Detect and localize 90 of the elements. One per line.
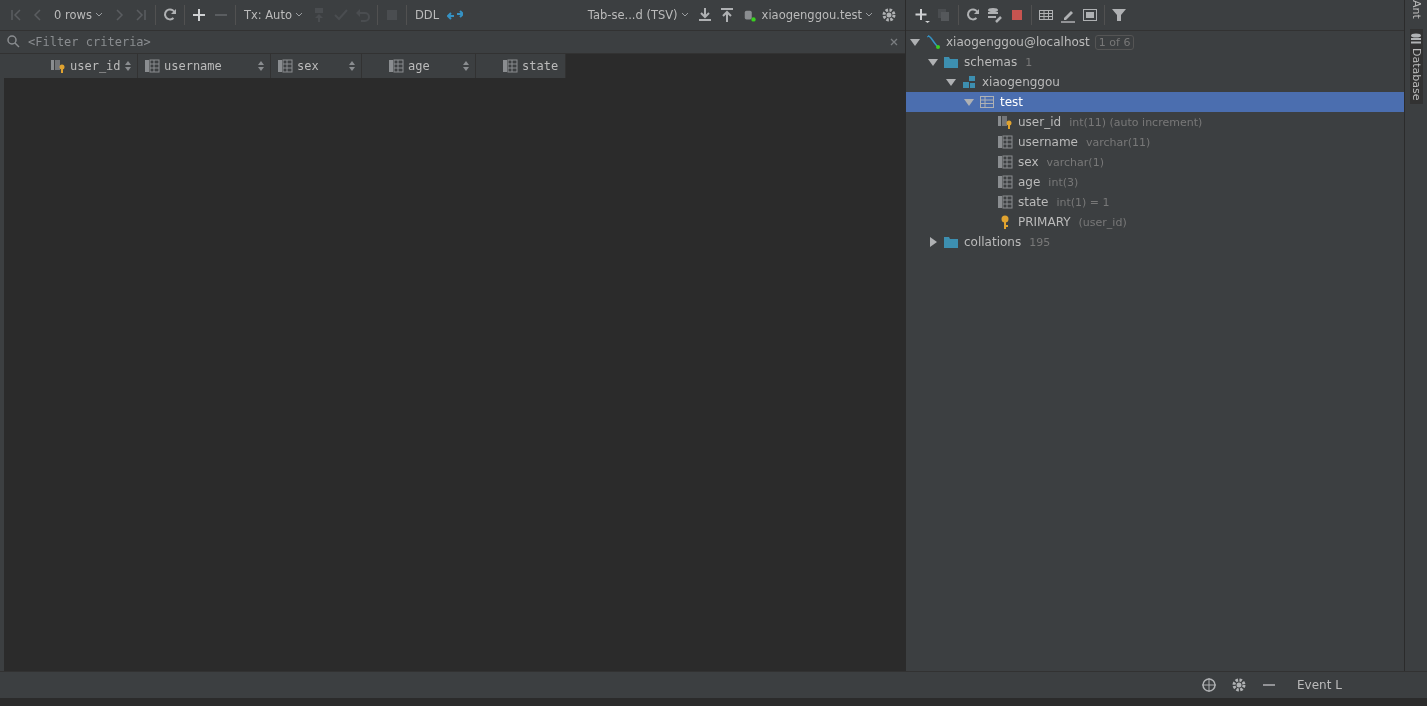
transaction-mode-dropdown[interactable]: Tx: Auto bbox=[241, 8, 305, 22]
tree-item[interactable]: xiaogenggou bbox=[906, 72, 1404, 92]
column-name: state bbox=[522, 59, 559, 73]
column-icon bbox=[502, 58, 518, 74]
tree-item[interactable]: age int(3) bbox=[906, 172, 1404, 192]
item-count: 195 bbox=[1029, 235, 1051, 249]
caret-icon bbox=[94, 11, 103, 19]
column-header[interactable]: username bbox=[138, 54, 271, 78]
column-icon bbox=[997, 154, 1013, 170]
expand-arrow-icon[interactable] bbox=[928, 237, 938, 247]
tree-label: PRIMARY bbox=[1018, 215, 1071, 229]
tree-label: collations bbox=[964, 235, 1022, 249]
column-header[interactable]: sex bbox=[271, 54, 362, 78]
tree-label: user_id bbox=[1018, 115, 1062, 129]
tree-label: username bbox=[1018, 135, 1078, 149]
column-type: varchar(11) bbox=[1086, 135, 1151, 149]
settings-icon[interactable] bbox=[1231, 677, 1247, 693]
column-name: username bbox=[164, 59, 223, 73]
column-header[interactable]: user_id bbox=[4, 54, 138, 78]
close-icon[interactable] bbox=[889, 37, 899, 47]
database-wrench-icon[interactable] bbox=[987, 7, 1003, 23]
database-icon bbox=[1410, 32, 1422, 45]
key-column-icon bbox=[997, 114, 1013, 130]
tree-label: schemas bbox=[964, 55, 1018, 69]
count-badge: 1 of 6 bbox=[1094, 34, 1135, 50]
add-row-icon[interactable] bbox=[190, 7, 207, 23]
item-count: 1 bbox=[1025, 55, 1033, 69]
tree-item[interactable]: username varchar(11) bbox=[906, 132, 1404, 152]
column-icon bbox=[388, 58, 404, 74]
column-header[interactable]: state bbox=[476, 54, 566, 78]
column-icon bbox=[144, 58, 160, 74]
tree-item[interactable]: sex varchar(1) bbox=[906, 152, 1404, 172]
tree-item[interactable]: collations 195 bbox=[906, 232, 1404, 252]
column-name: sex bbox=[297, 59, 320, 73]
column-icon bbox=[997, 174, 1013, 190]
stop-icon[interactable] bbox=[1009, 7, 1025, 23]
tree-label: test bbox=[1000, 95, 1024, 109]
refresh-icon[interactable] bbox=[965, 7, 981, 23]
add-icon[interactable] bbox=[914, 7, 930, 23]
settings-icon[interactable] bbox=[881, 7, 897, 23]
tree-label: xiaogenggou@localhost bbox=[946, 35, 1090, 49]
filter-input[interactable]: <Filter criteria> bbox=[26, 34, 885, 50]
column-type: int(3) bbox=[1048, 175, 1079, 189]
caret-icon bbox=[680, 11, 689, 19]
column-type: varchar(1) bbox=[1046, 155, 1104, 169]
connection-icon bbox=[742, 8, 757, 22]
tree-item[interactable]: test bbox=[906, 92, 1404, 112]
folder-icon bbox=[943, 234, 959, 250]
column-icon bbox=[997, 194, 1013, 210]
column-type: int(1) = 1 bbox=[1056, 195, 1110, 209]
key-column-icon bbox=[50, 58, 66, 74]
datasource-icon bbox=[925, 34, 941, 50]
filter-icon[interactable] bbox=[1111, 7, 1127, 23]
crosshair-icon[interactable] bbox=[1201, 677, 1217, 693]
sort-icon[interactable] bbox=[125, 61, 131, 71]
tree-label: age bbox=[1018, 175, 1041, 189]
table-icon bbox=[979, 94, 995, 110]
export-format-dropdown[interactable]: Tab-se...d (TSV) bbox=[585, 8, 691, 22]
tree-item[interactable]: xiaogenggou@localhost 1 of 6 bbox=[906, 32, 1404, 52]
tree-item[interactable]: PRIMARY (user_id) bbox=[906, 212, 1404, 232]
tree-item[interactable]: state int(1) = 1 bbox=[906, 192, 1404, 212]
sort-icon[interactable] bbox=[463, 61, 469, 71]
folder-icon bbox=[943, 54, 959, 70]
side-tab[interactable]: Ant bbox=[1409, 0, 1423, 19]
sort-icon[interactable] bbox=[349, 61, 355, 71]
side-tab[interactable]: Database bbox=[1409, 28, 1423, 105]
refresh-icon[interactable] bbox=[161, 7, 178, 23]
tree-item[interactable]: schemas 1 bbox=[906, 52, 1404, 72]
sort-icon[interactable] bbox=[258, 61, 264, 71]
tree-label: sex bbox=[1018, 155, 1039, 169]
column-header[interactable]: age bbox=[362, 54, 476, 78]
download-icon[interactable] bbox=[696, 7, 713, 23]
search-icon[interactable] bbox=[6, 34, 22, 50]
column-name: age bbox=[408, 59, 431, 73]
caret-icon bbox=[294, 11, 303, 19]
tree-label: state bbox=[1018, 195, 1049, 209]
table-icon[interactable] bbox=[1038, 7, 1054, 23]
caret-icon bbox=[865, 11, 873, 19]
session-dropdown[interactable]: xiaogenggou.test bbox=[740, 8, 875, 22]
column-name: user_id bbox=[70, 59, 121, 73]
event-log-tab[interactable]: Event L bbox=[1291, 677, 1411, 693]
upload-icon[interactable] bbox=[718, 7, 735, 23]
tree-label: xiaogenggou bbox=[982, 75, 1060, 89]
query-console-icon[interactable] bbox=[1082, 7, 1098, 23]
column-icon bbox=[277, 58, 293, 74]
column-icon bbox=[997, 134, 1013, 150]
ddl-button[interactable]: DDL bbox=[412, 8, 442, 22]
column-type: (user_id) bbox=[1078, 215, 1127, 229]
rows-dropdown[interactable]: 0 rows bbox=[52, 8, 105, 22]
schema-icon bbox=[961, 74, 977, 90]
